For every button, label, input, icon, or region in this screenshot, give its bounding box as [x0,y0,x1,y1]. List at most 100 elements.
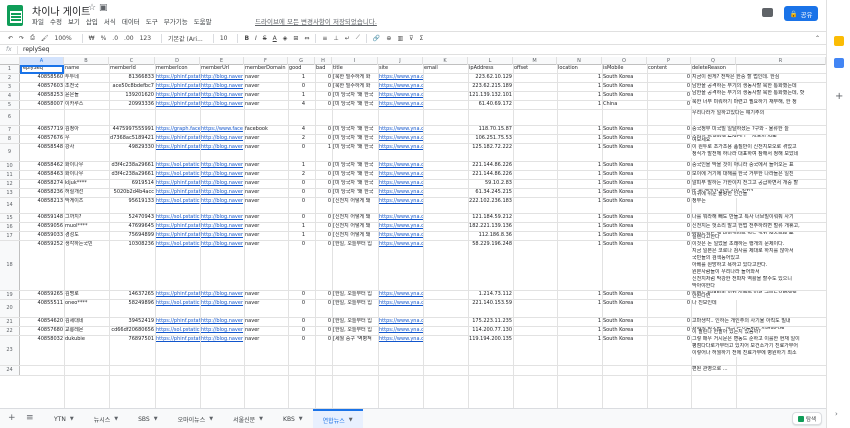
table-cell[interactable]: 40857603 [20,83,64,90]
table-cell[interactable]: 0 [647,318,691,325]
table-cell[interactable]: 그렇 매우 거시문은 변동드 준하고 이를한 현재 일이 [691,336,826,343]
row-number[interactable]: 2 [0,74,20,82]
table-cell[interactable]: [미 당국자 '왜 한국 [332,92,378,99]
table-cell[interactable]: https://sol.pstatic [155,171,200,178]
horizontal-align-icon[interactable]: ≡ [322,35,327,42]
table-cell[interactable]: 0 [315,300,332,307]
column-header[interactable]: H [315,57,332,65]
table-cell[interactable]: 0 [288,300,306,307]
table-cell[interactable]: [미 당국자 '왜 한국 [332,126,378,133]
table-cell[interactable]: 0 [315,223,332,230]
sheet-tab[interactable]: 서울신문 ▼ [223,409,273,428]
chevron-down-icon[interactable]: ▼ [209,416,213,422]
table-cell[interactable]: 0 [647,126,691,133]
table-cell[interactable]: 남한을 공격하는 무기의 생동사할 북한 통화했는데 [691,83,826,90]
table-cell[interactable]: 0 [315,171,332,178]
table-cell[interactable]: naver [244,180,288,187]
table-cell[interactable]: [북한 밀수하게 화 [332,74,378,81]
table-cell[interactable]: 125.182.72.222 [468,144,513,151]
table-cell[interactable]: 2 [288,135,306,142]
table-cell[interactable]: 신천지는 헛소리 말고 헌법 전주하려면 벌류 개휴고, [691,223,826,230]
table-cell[interactable]: https://www.face [200,126,244,133]
table-cell[interactable]: 0 [647,198,691,205]
merge-cells-icon[interactable]: ⇔ [304,35,309,42]
table-cell[interactable]: https://sol.pstatic [155,214,200,221]
keep-icon[interactable] [834,36,844,46]
table-cell[interactable]: http://blog.naver [200,291,244,298]
table-cell[interactable]: 40858213 [20,198,64,205]
table-cell[interactable]: 0 [288,189,306,196]
table-cell[interactable]: naver [244,189,288,196]
table-cell[interactable]: http://blog.naver [200,92,244,99]
table-cell[interactable]: 39452419 [109,318,155,325]
table-cell[interactable]: 0 [288,318,306,325]
table-cell[interactable]: https://www.yna.co.kr/view/AKR20 [378,162,423,169]
table-cell[interactable]: South Korea [602,300,647,307]
table-cell[interactable]: https://phinf.pstat [155,232,200,239]
table-cell[interactable]: 0 [315,327,332,334]
print-icon[interactable]: ⎙ [30,34,35,42]
table-cell[interactable]: 0 [647,74,691,81]
table-cell[interactable]: 0 [315,126,332,133]
table-cell[interactable]: http://blog.naver [200,180,244,187]
table-cell[interactable]: 40859033 [20,232,64,239]
column-header[interactable]: L [468,57,513,65]
table-cell[interactable]: 1 [557,336,602,343]
row-number[interactable]: 3 [0,83,20,91]
table-cell[interactable]: 0 [647,92,691,99]
row-number[interactable]: 22 [0,327,20,335]
table-cell[interactable]: [미 당국자 '왜 한국 [332,180,378,187]
table-cell[interactable]: naver [244,214,288,221]
tasks-icon[interactable] [834,58,844,68]
table-cell[interactable]: https://www.yna.co.kr/view/AKR20 [378,327,423,334]
share-button[interactable]: 🔒 공유 [784,6,818,21]
table-cell[interactable]: d3f4c238a29661 [109,171,155,178]
fill-color-icon[interactable]: ◈ [283,35,288,42]
table-cell[interactable]: https://www.yna.co.kr/view/AKR20 [378,92,423,99]
table-cell[interactable]: 0 [647,291,691,298]
table-cell[interactable]: https://www.yna.co.kr/view/AKR20 [378,180,423,187]
table-cell[interactable]: 40858032 [20,336,64,343]
table-cell[interactable]: 223.62.215.189 [468,83,513,90]
table-cell[interactable]: https://sol.pstatic [155,198,200,205]
table-cell[interactable]: 0 [288,83,306,90]
table-cell[interactable]: https://phinf.pstat [155,74,200,81]
table-cell[interactable]: https://graph.face [155,126,200,133]
table-cell[interactable]: 2 [288,171,306,178]
table-cell[interactable]: South Korea [602,135,647,142]
table-cell[interactable]: naver [244,232,288,239]
table-cell[interactable]: [한일, 오늘부터 입 [332,300,378,307]
table-cell[interactable]: https://phinf.pstat [155,144,200,151]
table-cell[interactable]: 40854620 [20,318,64,325]
table-cell[interactable]: South Korea [602,318,647,325]
column-header[interactable]: O [602,57,647,65]
chevron-down-icon[interactable]: ▼ [259,416,263,422]
table-cell[interactable]: 1 [557,291,602,298]
sheets-logo-icon[interactable] [7,5,23,26]
menu-format[interactable]: 서식 [104,16,116,26]
table-cell[interactable]: [세월 중구 '역병적 [332,336,378,343]
table-cell[interactable]: 121.184.59.212 [468,214,513,221]
row-number[interactable]: 1 [0,65,20,73]
table-cell[interactable]: offset [513,65,557,72]
table-cell[interactable]: 121.139.132.101 [468,92,513,99]
formula-input[interactable]: replySeq [23,46,49,53]
table-cell[interactable]: https://www.yna.co.kr/view/AKR20 [378,291,423,298]
table-cell[interactable]: email [423,65,468,72]
table-cell[interactable]: https://www.yna.co.kr/view/AKR20 [378,83,423,90]
table-cell[interactable]: http://blog.naver [200,232,244,239]
table-cell[interactable]: 59.10.2.83 [468,180,513,187]
table-cell[interactable]: 10308236 [109,241,155,248]
column-header[interactable]: I [332,57,378,65]
menu-edit[interactable]: 수정 [50,16,62,26]
table-cell[interactable]: 0 [315,189,332,196]
table-cell[interactable]: 76897501 [109,336,155,343]
column-header[interactable]: A [20,57,64,65]
table-cell[interactable]: https://phinf.pstat [155,336,200,343]
table-cell[interactable]: 95619133 [109,198,155,205]
table-cell[interactable]: 화이나우 [64,162,109,169]
comments-icon[interactable] [762,8,773,17]
table-cell[interactable]: 모이에 거기에 대해를 한국 거부한 나라들은 일진 [691,171,826,178]
table-cell[interactable]: 0 [315,318,332,325]
table-cell[interactable]: 그까지? [64,214,109,221]
